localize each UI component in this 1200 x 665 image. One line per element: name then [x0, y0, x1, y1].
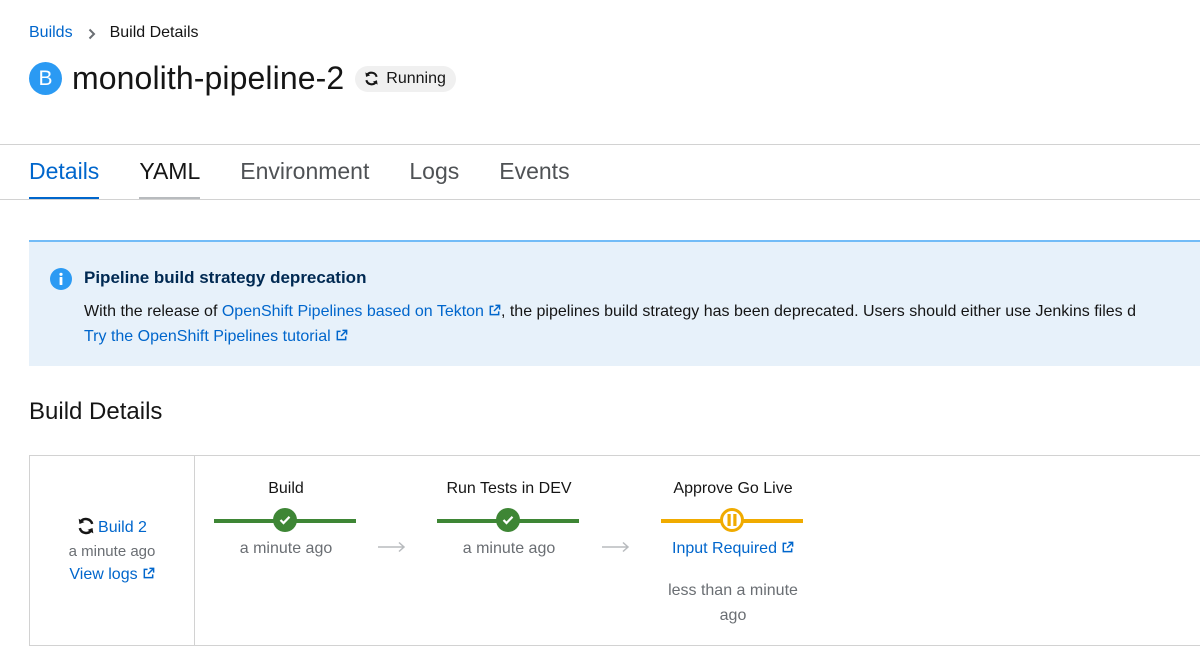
arrow-right-icon: [602, 541, 630, 553]
breadcrumb: Builds Build Details: [29, 24, 199, 42]
tab-events[interactable]: Events: [499, 145, 569, 200]
section-title: Build Details: [29, 398, 163, 425]
pause-icon: [720, 508, 744, 532]
external-link-icon: [143, 567, 154, 579]
tutorial-link[interactable]: Try the OpenShift Pipelines tutorial: [84, 328, 348, 345]
view-logs-label: View logs: [69, 566, 138, 583]
tekton-link[interactable]: OpenShift Pipelines based on Tekton: [222, 303, 501, 320]
deprecation-alert: Pipeline build strategy deprecation With…: [29, 240, 1200, 366]
stage-wait-line: less than a minute: [668, 582, 798, 599]
view-logs-link[interactable]: View logs: [69, 566, 154, 583]
stage-name: Build: [268, 480, 304, 497]
external-link-icon: [782, 541, 794, 553]
alert-title: Pipeline build strategy deprecation: [84, 268, 367, 287]
tab-bar: Details YAML Environment Logs Events: [29, 145, 610, 200]
tab-logs[interactable]: Logs: [409, 145, 459, 200]
pipeline-visualization: Build 2 a minute ago View logs Build a m…: [29, 455, 1200, 646]
build-timestamp: a minute ago: [68, 543, 156, 560]
stage-name: Approve Go Live: [673, 480, 793, 497]
build-link[interactable]: Build 2: [77, 517, 147, 536]
stage-timestamp: a minute ago: [239, 540, 333, 557]
tab-details[interactable]: Details: [29, 145, 100, 200]
sync-icon: [78, 517, 94, 535]
tekton-link-label: OpenShift Pipelines based on Tekton: [221, 303, 484, 320]
external-link-icon: [489, 304, 501, 316]
page-header: B monolith-pipeline-2 Running: [29, 60, 456, 97]
build-summary: Build 2 a minute ago View logs: [30, 456, 195, 645]
alert-text: With the release of: [84, 303, 222, 320]
check-icon: [273, 508, 297, 532]
tutorial-link-label: Try the OpenShift Pipelines tutorial: [84, 328, 331, 345]
divider: [0, 199, 1200, 200]
stage-wait-time: less than a minute ago: [651, 578, 815, 628]
alert-text: , the pipelines build strategy has been …: [500, 303, 1136, 320]
alert-body: With the release of OpenShift Pipelines …: [84, 299, 1136, 349]
breadcrumb-builds-link[interactable]: Builds: [29, 24, 73, 42]
input-required-link[interactable]: Input Required: [672, 540, 794, 557]
sync-icon: [365, 71, 378, 86]
build-link-label: Build 2: [98, 519, 147, 536]
external-link-icon: [336, 329, 347, 341]
page-title: monolith-pipeline-2: [72, 60, 345, 96]
chevron-right-icon: [88, 27, 96, 40]
input-required-label: Input Required: [672, 540, 777, 557]
tab-environment[interactable]: Environment: [240, 145, 369, 200]
status-badge: Running: [355, 65, 456, 92]
check-icon: [496, 508, 520, 532]
resource-badge: B: [29, 62, 62, 95]
arrow-right-icon: [378, 541, 406, 553]
tab-yaml[interactable]: YAML: [139, 145, 200, 200]
info-circle-icon: [50, 268, 72, 290]
stage-wait-line: ago: [719, 607, 747, 624]
stage-timestamp: a minute ago: [462, 540, 556, 557]
breadcrumb-current: Build Details: [109, 24, 199, 41]
status-text: Running: [386, 69, 446, 87]
stage-name: Run Tests in DEV: [446, 480, 572, 497]
